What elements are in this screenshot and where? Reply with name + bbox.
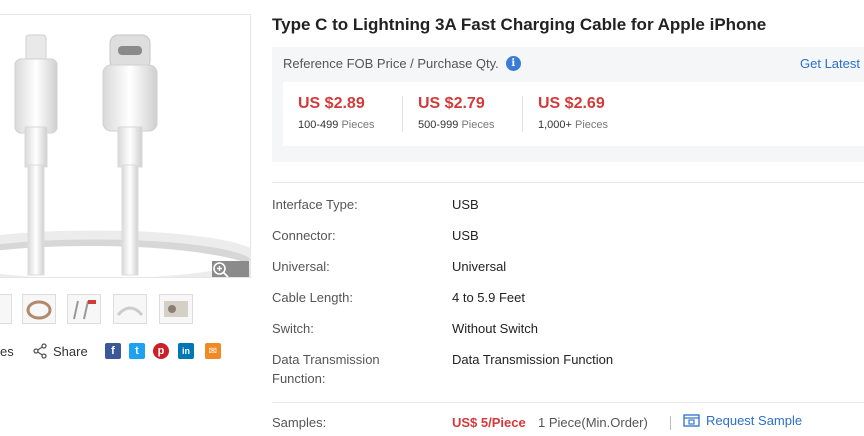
spec-value: 4 to 5.9 Feet (452, 290, 525, 305)
product-title: Type C to Lightning 3A Fast Charging Cab… (272, 15, 767, 34)
thumbnail-4[interactable] (113, 294, 147, 324)
magnifier-plus-icon (213, 262, 229, 277)
price-header-label: Reference FOB Price / Purchase Qty. (283, 56, 499, 71)
spec-label: Cable Length: (272, 290, 353, 305)
spec-label: Universal: (272, 259, 330, 274)
price-tier-2: US $2.79 500-999 Pieces (418, 95, 494, 131)
product-main-image[interactable] (0, 14, 251, 278)
price-tier-1: US $2.89 100-499 Pieces (298, 95, 374, 131)
thumbnail-5[interactable] (159, 294, 193, 324)
thumbnail-3[interactable] (67, 294, 101, 324)
request-sample-button[interactable]: Request Sample (683, 413, 802, 428)
price-tier-3: US $2.69 1,000+ Pieces (538, 95, 608, 131)
linkedin-icon[interactable]: in (178, 343, 194, 359)
get-latest-price-link[interactable]: Get Latest (800, 56, 860, 71)
spec-value: USB (452, 197, 479, 212)
spec-value: Data Transmission Function (452, 352, 614, 367)
price-panel: Reference FOB Price / Purchase Qty. i Ge… (272, 47, 864, 162)
spec-value: Without Switch (452, 321, 538, 336)
share-icon (33, 343, 47, 359)
price-tiers: US $2.89 100-499 Pieces US $2.79 500-999… (283, 82, 864, 146)
spec-label-continued: Function: (272, 371, 326, 386)
sample-box-icon (683, 414, 700, 427)
thumbnail-1[interactable] (0, 294, 12, 324)
pinterest-icon[interactable]: p (153, 343, 169, 359)
divider (272, 402, 864, 403)
price-header: Reference FOB Price / Purchase Qty. i (283, 56, 521, 71)
tier-quantity: 1,000+ Pieces (538, 119, 609, 131)
email-icon[interactable]: ✉ (205, 343, 221, 359)
zoom-button[interactable] (212, 261, 249, 277)
tier-quantity: 100-499 Pieces (298, 119, 375, 131)
tier-divider (522, 96, 523, 132)
tier-price: US $2.89 (298, 95, 365, 112)
spec-label: Interface Type: (272, 197, 358, 212)
tier-quantity: 500-999 Pieces (418, 119, 495, 131)
info-icon[interactable]: i (505, 56, 521, 71)
spec-value: USB (452, 228, 479, 243)
spec-value: Universal (452, 259, 507, 274)
tier-price: US $2.79 (418, 95, 485, 112)
tier-divider (402, 96, 403, 132)
tier-price: US $2.69 (538, 95, 605, 112)
sample-price: US$ 5/Piece (452, 415, 526, 430)
spec-label: Connector: (272, 228, 336, 243)
request-sample-label: Request Sample (706, 413, 803, 428)
twitter-icon[interactable]: t (129, 343, 145, 359)
sample-divider (670, 416, 671, 430)
divider (272, 182, 864, 183)
thumbnail-2[interactable] (22, 294, 56, 324)
share-button[interactable]: Share (32, 341, 88, 361)
cable-illustration (0, 34, 250, 277)
samples-label: Samples: (272, 415, 327, 430)
spec-label: Switch: (272, 321, 314, 336)
facebook-icon[interactable]: f (105, 343, 121, 359)
share-label: Share (53, 343, 88, 359)
favorites-fragment[interactable]: es (0, 341, 14, 361)
spec-label: Data Transmission (272, 352, 380, 367)
sample-min-order: 1 Piece(Min.Order) (538, 415, 648, 430)
